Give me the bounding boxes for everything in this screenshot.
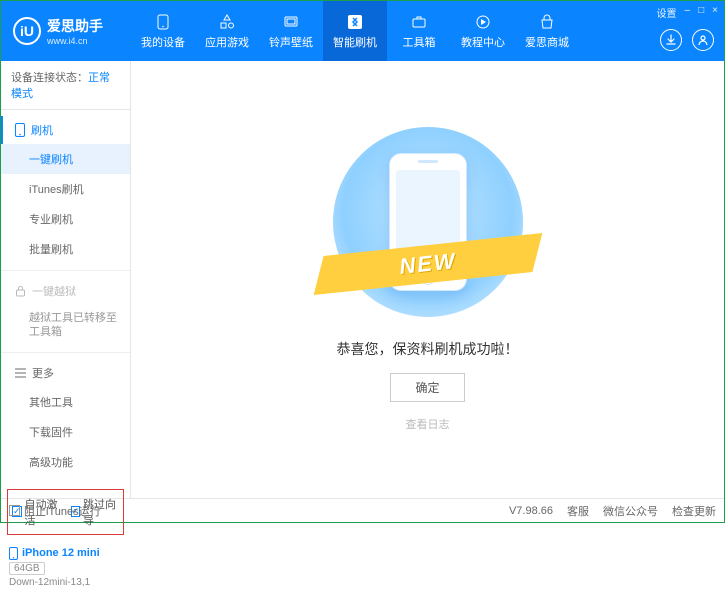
view-log-link[interactable]: 查看日志 [406,416,450,432]
device-info: iPhone 12 mini 64GB Down-12mini-13,1 [1,541,130,594]
device-model: Down-12mini-13,1 [9,577,122,588]
user-icon[interactable] [692,29,714,51]
sidebar-head-jailbreak[interactable]: 一键越狱 [1,277,130,305]
support-link[interactable]: 客服 [567,503,589,519]
settings-link[interactable]: 设置 [657,5,677,20]
logo-url: www.i4.cn [47,36,103,46]
phone-icon [9,547,18,560]
jailbreak-note: 越狱工具已转移至工具箱 [1,305,130,346]
download-icon[interactable] [660,29,682,51]
sidebar-item-more-0[interactable]: 其他工具 [1,387,130,417]
device-name[interactable]: iPhone 12 mini [9,547,122,560]
flash-icon [346,13,364,31]
tutorials-icon [474,13,492,31]
nav-device[interactable]: 我的设备 [131,1,195,61]
logo-icon: iU [13,17,41,45]
sidebar-item-flash-3[interactable]: 批量刷机 [1,234,130,264]
nav-apps[interactable]: 应用游戏 [195,1,259,61]
nav-flash[interactable]: 智能刷机 [323,1,387,61]
store-icon [538,13,556,31]
sidebar-head-more[interactable]: 更多 [1,359,130,387]
close-button[interactable]: × [712,5,718,20]
sidebar-item-flash-0[interactable]: 一键刷机 [1,144,130,174]
update-link[interactable]: 检查更新 [672,503,716,519]
sidebar-item-flash-2[interactable]: 专业刷机 [1,204,130,234]
device-icon [154,13,172,31]
device-storage: 64GB [9,562,45,575]
sidebar-head-flash[interactable]: 刷机 [1,116,130,144]
main-nav: 我的设备应用游戏铃声壁纸智能刷机工具箱教程中心爱思商城 [131,1,724,61]
maximize-button[interactable]: □ [698,5,704,20]
window-controls: 设置 – □ × [657,5,718,20]
lock-icon [15,285,26,297]
nav-store[interactable]: 爱思商城 [515,1,579,61]
sidebar: 设备连接状态：正常模式 刷机 一键刷机iTunes刷机专业刷机批量刷机 一键越狱… [1,61,131,498]
main-content: NEW 恭喜您，保资料刷机成功啦！ 确定 查看日志 [131,61,724,498]
tools-icon [410,13,428,31]
app-header: iU 爱思助手 www.i4.cn 我的设备应用游戏铃声壁纸智能刷机工具箱教程中… [1,1,724,61]
connection-status: 设备连接状态：正常模式 [1,61,130,110]
minimize-button[interactable]: – [685,5,691,20]
nav-tutorials[interactable]: 教程中心 [451,1,515,61]
ringtones-icon [282,13,300,31]
menu-icon [15,368,26,378]
success-message: 恭喜您，保资料刷机成功啦！ [337,339,519,359]
checkbox-block-itunes[interactable]: 阻止iTunes运行 [9,503,101,519]
apps-icon [218,13,236,31]
nav-tools[interactable]: 工具箱 [387,1,451,61]
sidebar-item-more-1[interactable]: 下载固件 [1,417,130,447]
wechat-link[interactable]: 微信公众号 [603,503,658,519]
sidebar-item-flash-1[interactable]: iTunes刷机 [1,174,130,204]
phone-icon [15,123,25,137]
success-illustration: NEW [333,127,523,317]
logo-title: 爱思助手 [47,16,103,36]
logo: iU 爱思助手 www.i4.cn [1,16,131,46]
version-label: V7.98.66 [509,505,553,517]
sidebar-item-more-2[interactable]: 高级功能 [1,447,130,477]
ok-button[interactable]: 确定 [390,373,464,402]
nav-ringtones[interactable]: 铃声壁纸 [259,1,323,61]
